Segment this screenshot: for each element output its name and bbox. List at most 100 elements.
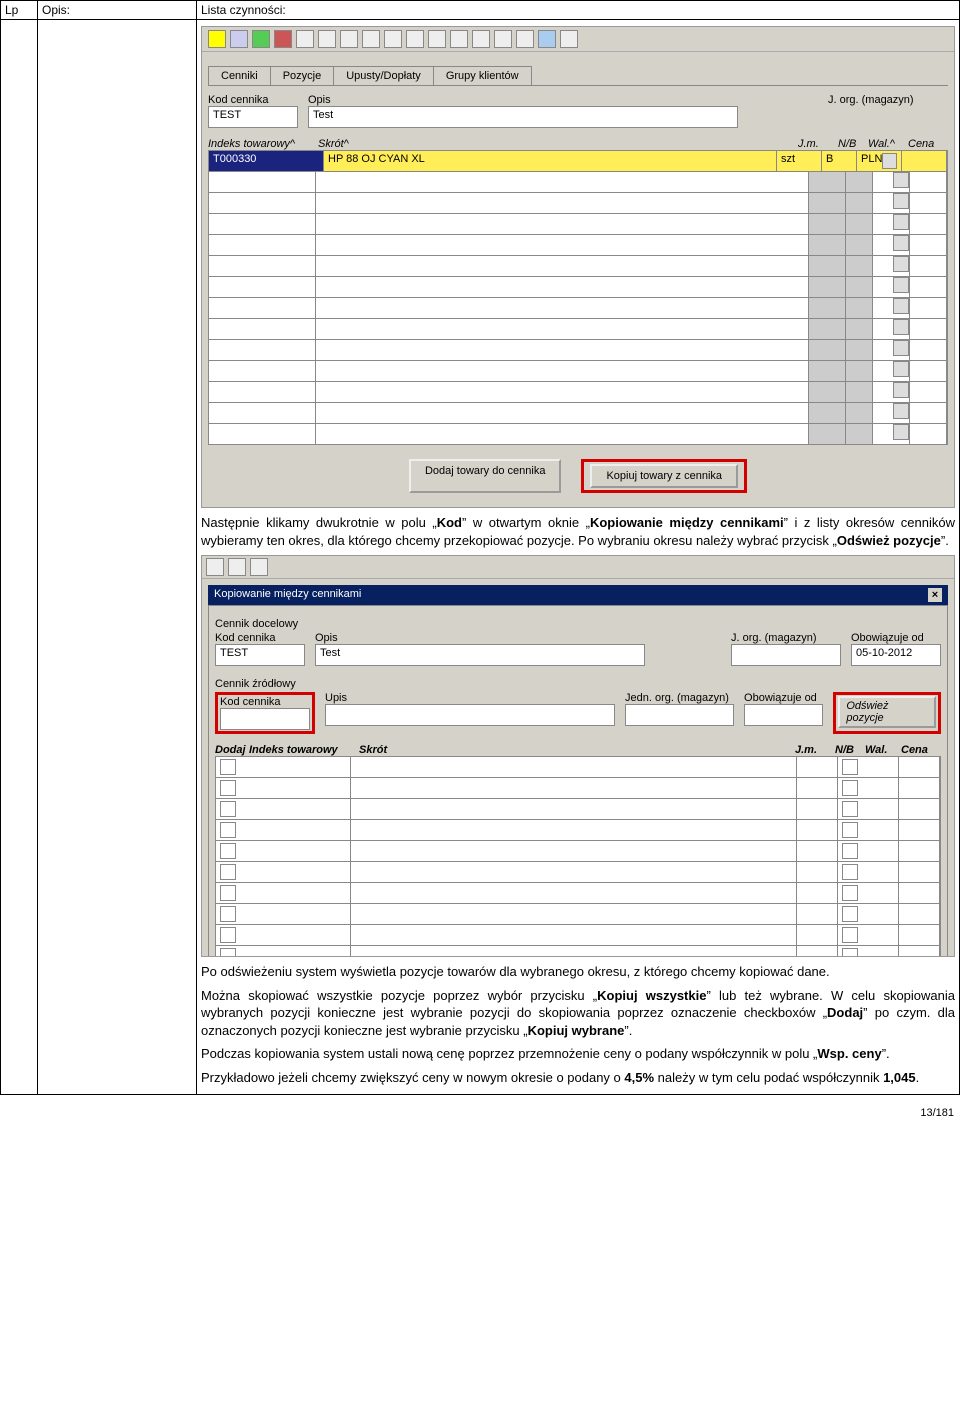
- checkbox-nb[interactable]: [842, 885, 858, 901]
- screenshot-cennik-pozycje: Cenniki Pozycje Upusty/Dopłaty Grupy kli…: [201, 26, 955, 508]
- checkbox-dodaj[interactable]: [220, 906, 236, 922]
- toolbar-icon[interactable]: [250, 558, 268, 576]
- page-number: 13/181: [6, 1107, 954, 1119]
- checkbox-dodaj[interactable]: [220, 822, 236, 838]
- checkbox-dodaj[interactable]: [220, 948, 236, 957]
- table-row[interactable]: [208, 256, 948, 277]
- table-row[interactable]: [208, 214, 948, 235]
- checkbox-nb[interactable]: [842, 759, 858, 775]
- table-row[interactable]: [208, 235, 948, 256]
- chevron-down-icon[interactable]: [893, 424, 909, 440]
- checkbox-nb[interactable]: [842, 948, 858, 957]
- field-upis[interactable]: [325, 704, 615, 726]
- nav-last-icon[interactable]: [428, 30, 446, 48]
- table-row[interactable]: [215, 778, 941, 799]
- toolbar-icon[interactable]: [340, 30, 358, 48]
- chevron-down-icon[interactable]: [893, 361, 909, 377]
- table-row[interactable]: [215, 841, 941, 862]
- toolbar-icon[interactable]: [318, 30, 336, 48]
- checkbox-dodaj[interactable]: [220, 864, 236, 880]
- tab-grupy[interactable]: Grupy klientów: [433, 66, 532, 85]
- chevron-down-icon[interactable]: [893, 403, 909, 419]
- toolbar-icon[interactable]: [494, 30, 512, 48]
- checkbox-nb[interactable]: [842, 843, 858, 859]
- table-row-selected[interactable]: T000330 HP 88 OJ CYAN XL szt B PLN: [208, 150, 948, 172]
- chevron-down-icon[interactable]: [893, 214, 909, 230]
- checkbox-dodaj[interactable]: [220, 843, 236, 859]
- field-obow2[interactable]: [744, 704, 823, 726]
- add-icon[interactable]: [252, 30, 270, 48]
- chevron-down-icon[interactable]: [893, 340, 909, 356]
- chevron-down-icon[interactable]: [893, 298, 909, 314]
- table-row[interactable]: [215, 799, 941, 820]
- checkbox-dodaj[interactable]: [220, 780, 236, 796]
- toolbar-icon[interactable]: [450, 30, 468, 48]
- table-row[interactable]: [208, 424, 948, 445]
- table-row[interactable]: [215, 862, 941, 883]
- close-icon[interactable]: ×: [928, 588, 942, 602]
- toolbar-icon[interactable]: [206, 558, 224, 576]
- checkbox-nb[interactable]: [842, 864, 858, 880]
- toolbar-icon[interactable]: [208, 30, 226, 48]
- table-row[interactable]: [215, 820, 941, 841]
- chevron-down-icon[interactable]: [893, 256, 909, 272]
- table-row[interactable]: [208, 361, 948, 382]
- tab-cenniki[interactable]: Cenniki: [208, 66, 271, 85]
- table-row[interactable]: [208, 340, 948, 361]
- nav-first-icon[interactable]: [362, 30, 380, 48]
- group-cennik-zrodlowy: Cennik źródłowy: [215, 678, 941, 690]
- btn-kopiuj-towary[interactable]: Kopiuj towary z cennika: [590, 464, 738, 488]
- table-row[interactable]: [215, 925, 941, 946]
- tab-pozycje[interactable]: Pozycje: [270, 66, 335, 85]
- save-icon[interactable]: [230, 30, 248, 48]
- checkbox-dodaj[interactable]: [220, 801, 236, 817]
- checkbox-nb[interactable]: [842, 780, 858, 796]
- tab-upusty[interactable]: Upusty/Dopłaty: [333, 66, 434, 85]
- checkbox-dodaj[interactable]: [220, 927, 236, 943]
- chevron-down-icon[interactable]: [882, 153, 897, 169]
- cell-indeks: T000330: [209, 151, 324, 171]
- chevron-down-icon[interactable]: [893, 277, 909, 293]
- table-row[interactable]: [208, 319, 948, 340]
- toolbar-icon[interactable]: [228, 558, 246, 576]
- nav-prev-icon[interactable]: [384, 30, 402, 48]
- toolbar-icon[interactable]: [472, 30, 490, 48]
- exit-icon[interactable]: [560, 30, 578, 48]
- checkbox-nb[interactable]: [842, 801, 858, 817]
- field-jedn[interactable]: [625, 704, 734, 726]
- label-obowiazuje: Obowiązuje od: [851, 632, 941, 644]
- help-icon[interactable]: [538, 30, 556, 48]
- toolbar-icon[interactable]: [296, 30, 314, 48]
- cell-wal: PLN: [857, 151, 902, 171]
- table-row[interactable]: [215, 946, 941, 957]
- table-row[interactable]: [208, 193, 948, 214]
- checkbox-dodaj[interactable]: [220, 759, 236, 775]
- table-row[interactable]: [208, 277, 948, 298]
- btn-dodaj-towary[interactable]: Dodaj towary do cennika: [409, 459, 561, 493]
- chevron-down-icon[interactable]: [893, 235, 909, 251]
- btn-odswiez-pozycje[interactable]: Odśwież pozycje: [838, 696, 936, 728]
- checkbox-nb[interactable]: [842, 906, 858, 922]
- checkbox-dodaj[interactable]: [220, 885, 236, 901]
- col-indeks: Indeks towarowy: [249, 744, 359, 756]
- checkbox-nb[interactable]: [842, 927, 858, 943]
- chevron-down-icon[interactable]: [893, 193, 909, 209]
- col-lp-body: [1, 20, 38, 1095]
- field-kod-cennika[interactable]: TEST: [208, 106, 298, 128]
- chevron-down-icon[interactable]: [893, 382, 909, 398]
- table-row[interactable]: [215, 757, 941, 778]
- table-row[interactable]: [208, 172, 948, 193]
- table-row[interactable]: [215, 883, 941, 904]
- delete-icon[interactable]: [274, 30, 292, 48]
- table-row[interactable]: [215, 904, 941, 925]
- chevron-down-icon[interactable]: [893, 172, 909, 188]
- toolbar-icon[interactable]: [516, 30, 534, 48]
- table-row[interactable]: [208, 382, 948, 403]
- nav-next-icon[interactable]: [406, 30, 424, 48]
- field-kod2[interactable]: [220, 708, 310, 730]
- field-opis[interactable]: Test: [308, 106, 738, 128]
- checkbox-nb[interactable]: [842, 822, 858, 838]
- chevron-down-icon[interactable]: [893, 319, 909, 335]
- table-row[interactable]: [208, 298, 948, 319]
- table-row[interactable]: [208, 403, 948, 424]
